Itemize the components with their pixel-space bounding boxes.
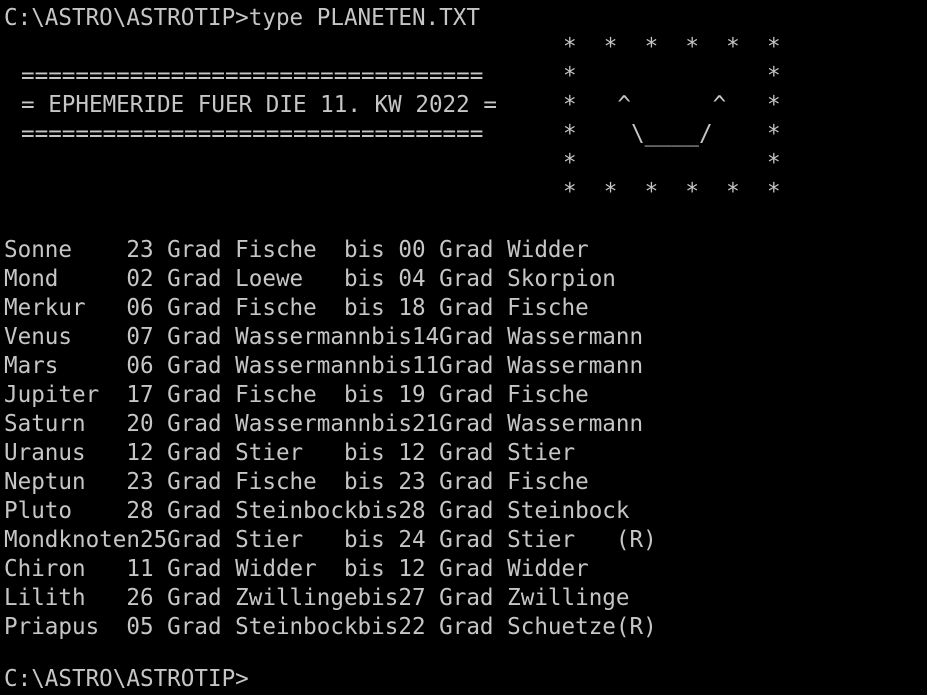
table-row: Sonne 23 Grad Fische bis 00 Grad Widder (4, 237, 589, 263)
prompt-line: C:\ASTRO\ASTROTIP> (4, 666, 249, 692)
smiley-art-line-3: * ^ ^ * (563, 92, 781, 118)
header-rule-top: ================================== (21, 63, 484, 89)
header-title: = EPHEMERIDE FUER DIE 11. KW 2022 = (21, 92, 497, 118)
table-row: Jupiter 17 Grad Fische bis 19 Grad Fisch… (4, 382, 589, 408)
table-row: Venus 07 Grad Wassermannbis14Grad Wasser… (4, 324, 644, 350)
table-row: Saturn 20 Grad Wassermannbis21Grad Wasse… (4, 411, 644, 437)
table-row: Mondknoten25Grad Stier bis 24 Grad Stier… (4, 527, 657, 553)
table-row: Pluto 28 Grad Steinbockbis28 Grad Steinb… (4, 498, 630, 524)
smiley-art-line-1: * * * * * * (563, 34, 781, 60)
table-row: Mars 06 Grad Wassermannbis11Grad Wasserm… (4, 353, 644, 379)
smiley-art-line-2: * * (563, 63, 781, 89)
smiley-art-line-6: * * * * * * (563, 179, 781, 205)
table-row: Merkur 06 Grad Fische bis 18 Grad Fische (4, 295, 589, 321)
table-row: Uranus 12 Grad Stier bis 12 Grad Stier (4, 440, 576, 466)
table-row: Chiron 11 Grad Widder bis 12 Grad Widder (4, 556, 589, 582)
header-rule-bottom: ================================== (21, 121, 484, 147)
table-row: Neptun 23 Grad Fische bis 23 Grad Fische (4, 469, 589, 495)
table-row: Lilith 26 Grad Zwillingebis27 Grad Zwill… (4, 585, 630, 611)
smiley-art-line-5: * * (563, 150, 781, 176)
table-row: Priapus 05 Grad Steinbockbis22 Grad Schu… (4, 614, 657, 640)
terminal-screen: C:\ASTRO\ASTROTIP>type PLANETEN.TXT ====… (0, 0, 927, 695)
command-line: C:\ASTRO\ASTROTIP>type PLANETEN.TXT (4, 5, 480, 31)
table-row: Mond 02 Grad Loewe bis 04 Grad Skorpion (4, 266, 616, 292)
smiley-art-line-4: * \____/ * (563, 121, 781, 147)
